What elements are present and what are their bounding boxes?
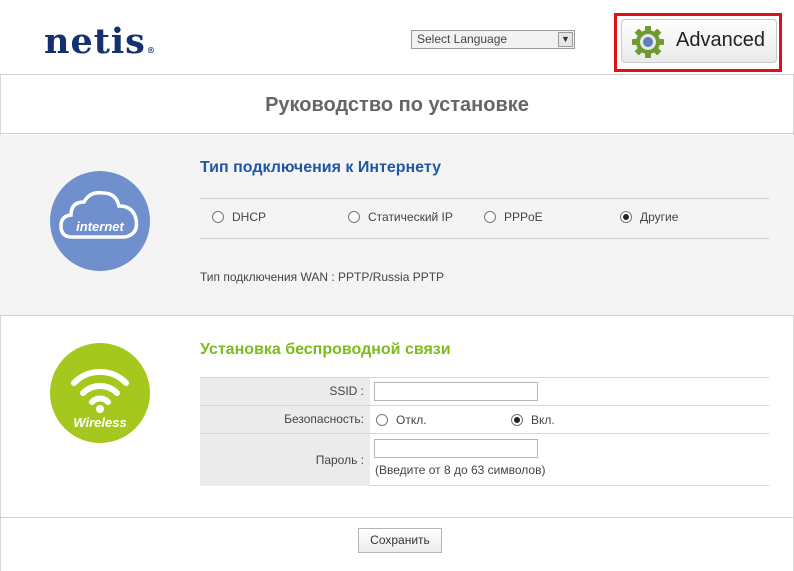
- ssid-input[interactable]: [374, 382, 538, 401]
- divider: [200, 238, 769, 239]
- radio-circle-icon[interactable]: [212, 211, 224, 223]
- gear-icon: [632, 26, 664, 58]
- radio-pppoe[interactable]: PPPoE: [484, 210, 543, 224]
- save-button[interactable]: Сохранить: [358, 528, 442, 553]
- password-hint: (Введите от 8 до 63 символов): [375, 463, 546, 477]
- internet-cloud-icon: internet: [50, 171, 150, 271]
- ssid-row: SSID :: [200, 377, 769, 405]
- security-row: Безопасность: Откл. Вкл.: [200, 405, 769, 433]
- wireless-icon: Wireless: [50, 343, 150, 443]
- svg-text:internet: internet: [76, 219, 124, 234]
- svg-text:Wireless: Wireless: [73, 415, 126, 430]
- advanced-button[interactable]: Advanced: [621, 19, 777, 63]
- password-row: Пароль : (Введите от 8 до 63 символов): [200, 433, 769, 486]
- radio-other[interactable]: Другие: [620, 210, 678, 224]
- radio-checked-icon[interactable]: [511, 414, 523, 426]
- radio-dhcp[interactable]: DHCP: [212, 210, 266, 224]
- radio-circle-icon[interactable]: [376, 414, 388, 426]
- radio-circle-icon[interactable]: [348, 211, 360, 223]
- language-select-value: Select Language: [417, 32, 508, 46]
- radio-static-ip[interactable]: Статический IP: [348, 210, 453, 224]
- chevron-down-icon[interactable]: ▼: [558, 32, 573, 47]
- security-on-option[interactable]: Вкл.: [511, 413, 555, 427]
- language-select[interactable]: Select Language ▼: [411, 30, 575, 49]
- security-off-option[interactable]: Откл.: [376, 413, 427, 427]
- ssid-label: SSID :: [200, 378, 370, 405]
- netis-logo: netis®: [44, 21, 156, 62]
- security-label: Безопасность:: [200, 406, 370, 433]
- advanced-button-label: Advanced: [676, 29, 765, 51]
- internet-section-title: Тип подключения к Интернету: [200, 159, 441, 176]
- page-title: Руководство по установке: [265, 94, 529, 116]
- radio-checked-icon[interactable]: [620, 211, 632, 223]
- password-label: Пароль :: [200, 434, 370, 486]
- radio-circle-icon[interactable]: [484, 211, 496, 223]
- wan-type-text: Тип подключения WAN : PPTP/Russia PPTP: [200, 270, 445, 284]
- divider: [200, 198, 769, 199]
- wireless-section-title: Установка беспроводной связи: [200, 341, 451, 358]
- password-input[interactable]: [374, 439, 538, 458]
- divider: [0, 517, 794, 518]
